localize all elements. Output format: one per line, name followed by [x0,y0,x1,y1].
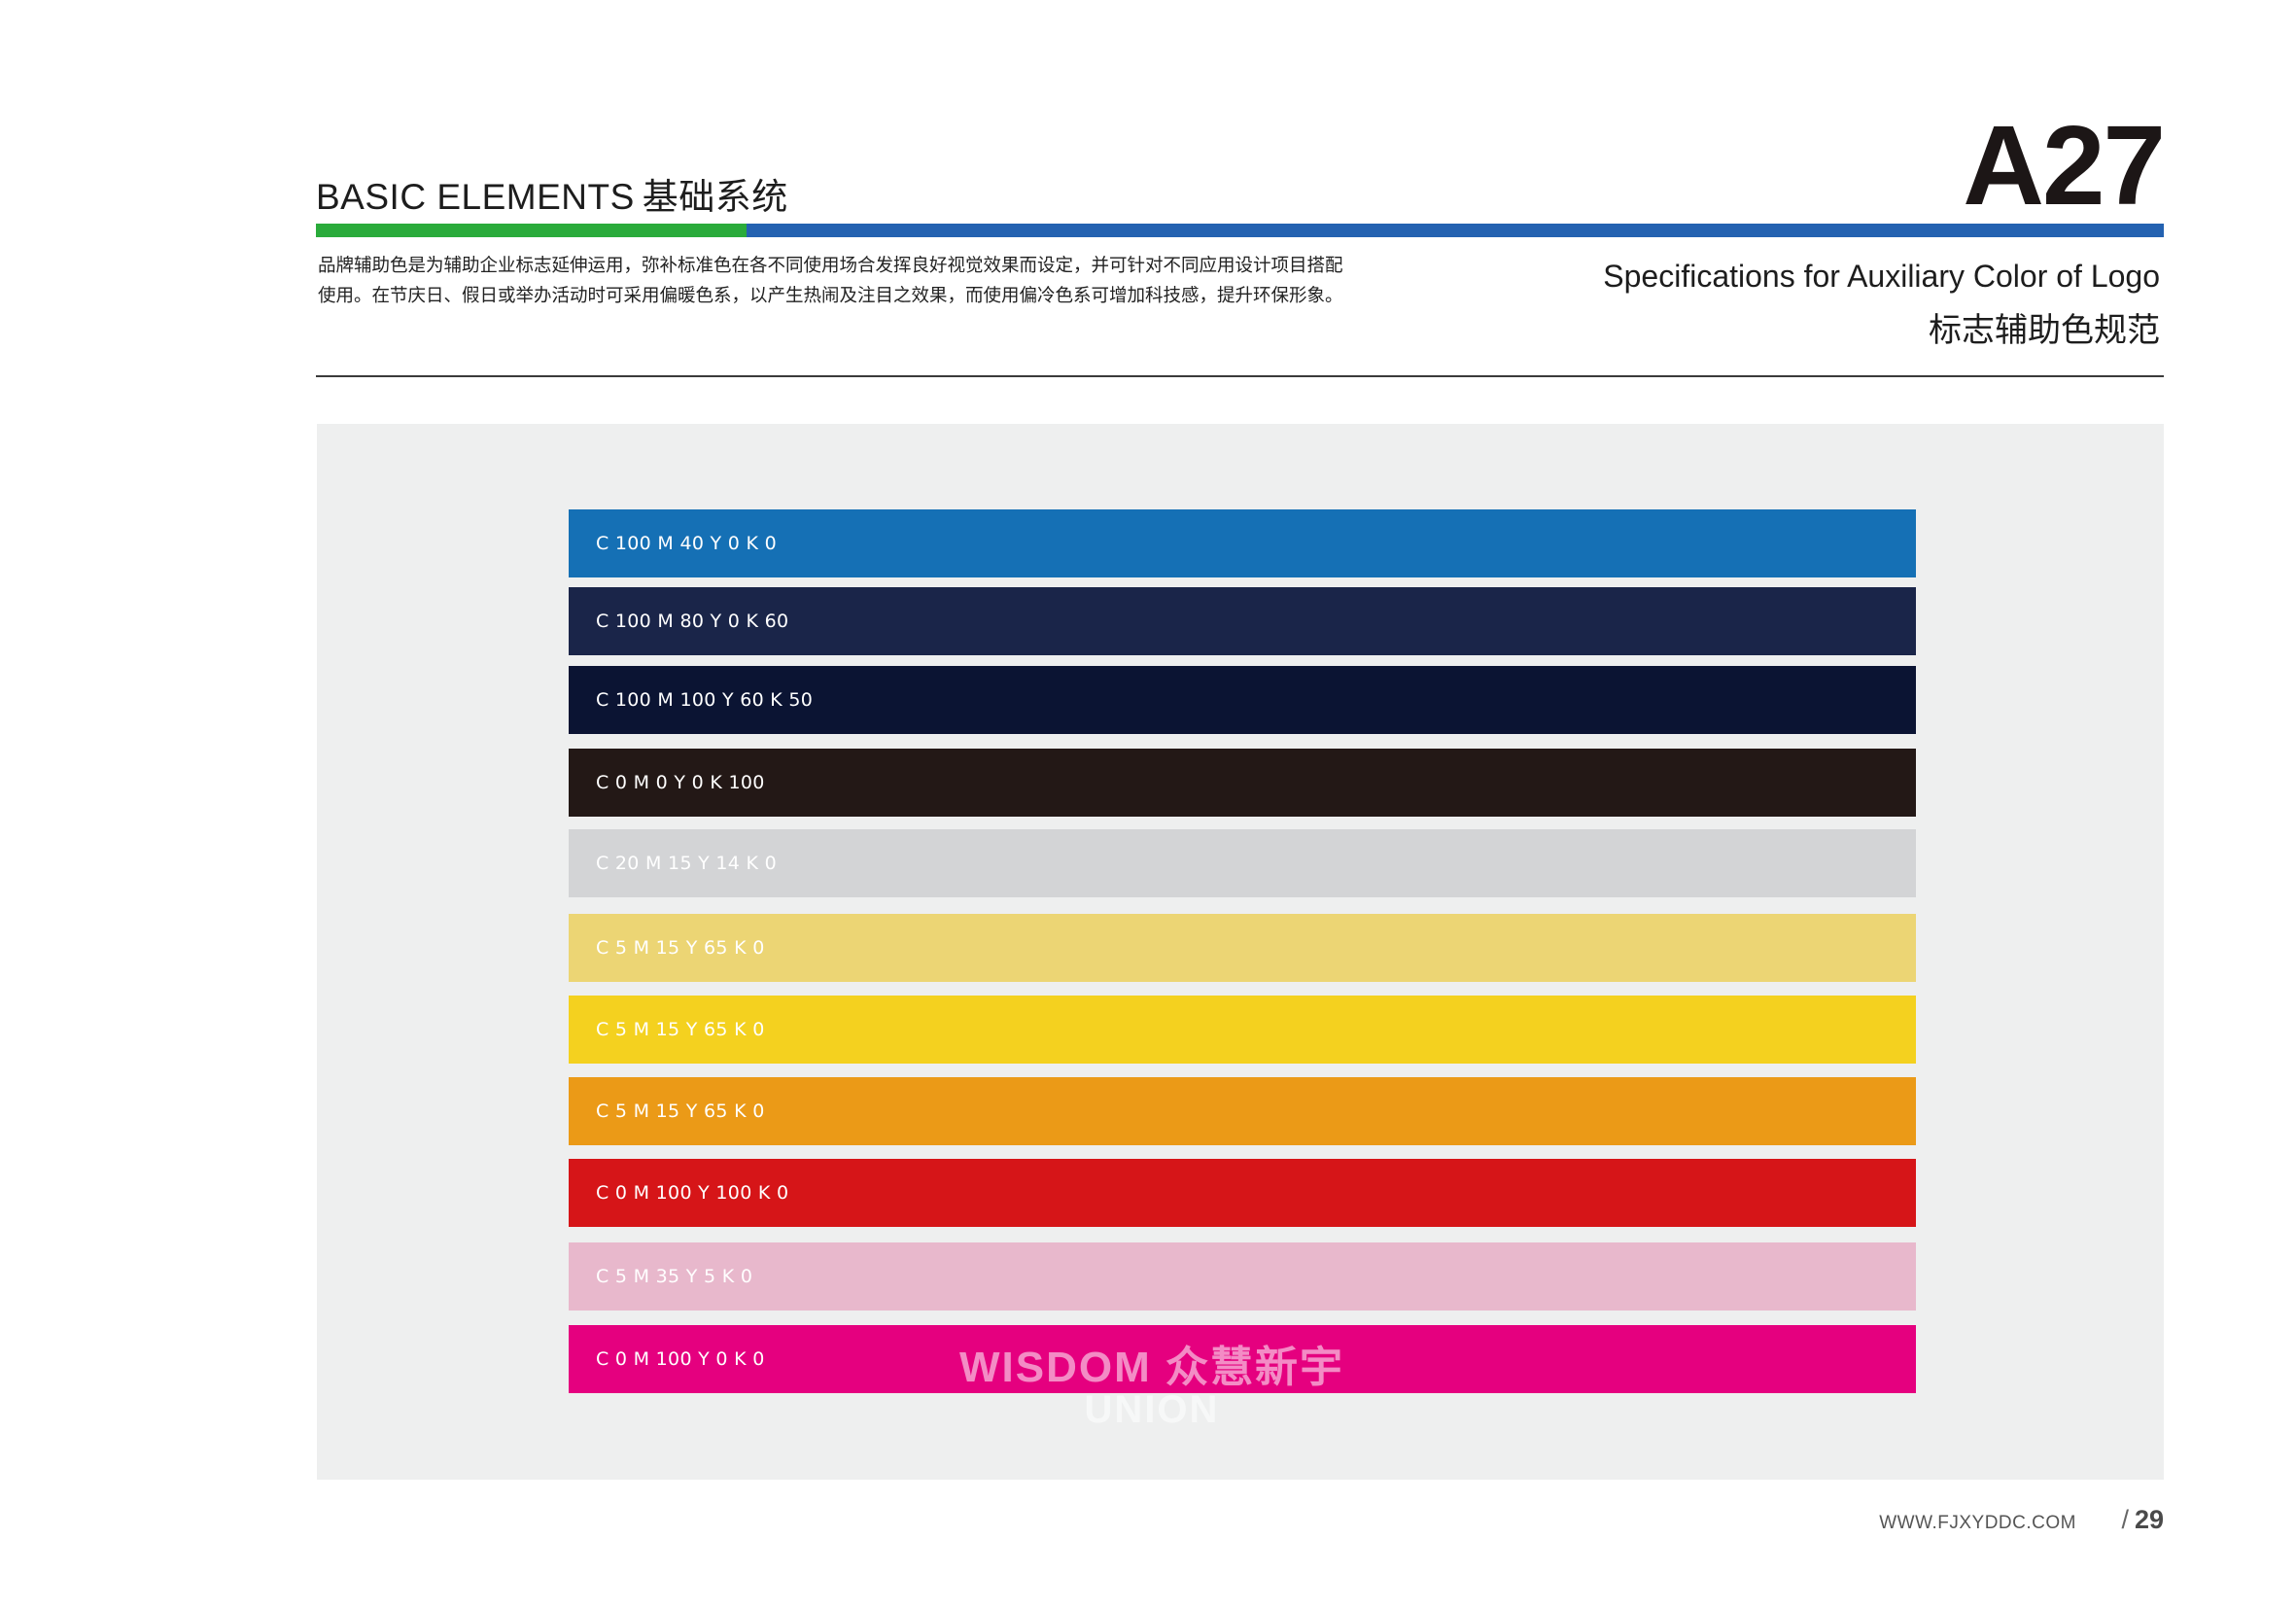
swatch-label: C 100 M 80 Y 0 K 60 [596,611,789,632]
swatch-label: C 0 M 100 Y 0 K 0 [596,1348,765,1370]
divider-rule [316,375,2164,377]
swatch-label: C 5 M 15 Y 65 K 0 [596,1101,765,1122]
color-swatch: C 0 M 0 Y 0 K 100 [569,749,1916,817]
color-swatch: C 5 M 15 Y 65 K 0 [569,914,1916,982]
footer-page: /29 [2121,1505,2164,1535]
color-swatch: C 100 M 40 Y 0 K 0 [569,509,1916,577]
spec-title-cn: 标志辅助色规范 [1929,311,2160,350]
swatch-label: C 5 M 15 Y 65 K 0 [596,937,765,959]
swatch-label: C 5 M 15 Y 65 K 0 [596,1019,765,1040]
color-swatch: C 0 M 100 Y 100 K 0 [569,1159,1916,1227]
page-number: 29 [2134,1505,2164,1534]
spec-title-en: Specifications for Auxiliary Color of Lo… [1603,259,2160,294]
section-title-en: BASIC ELEMENTS [316,177,635,217]
intro-line-2: 使用。在节庆日、假日或举办活动时可采用偏暖色系，以产生热闹及注目之效果，而使用偏… [318,286,1343,306]
header-bar-green [316,224,747,237]
intro-text: 品牌辅助色是为辅助企业标志延伸运用，弥补标准色在各不同使用场合发挥良好视觉效果而… [318,251,1416,311]
page-code: A27 [1963,102,2166,228]
watermark-logo: WISDOM 众慧新宇 UNION [957,1332,1346,1449]
swatch-label: C 100 M 40 Y 0 K 0 [596,533,778,554]
intro-line-1: 品牌辅助色是为辅助企业标志延伸运用，弥补标准色在各不同使用场合发挥良好视觉效果而… [318,256,1343,276]
footer-slash: / [2121,1505,2129,1534]
swatch-label: C 20 M 15 Y 14 K 0 [596,853,778,874]
section-title: BASIC ELEMENTS 基础系统 [316,167,788,220]
color-swatch: C 100 M 80 Y 0 K 60 [569,587,1916,655]
watermark-line-2: UNION [1084,1388,1220,1431]
watermark-line-1: WISDOM 众慧新宇 [959,1344,1344,1391]
color-swatch: C 100 M 100 Y 60 K 50 [569,666,1916,734]
swatch-label: C 0 M 100 Y 100 K 0 [596,1182,789,1204]
swatch-label: C 0 M 0 Y 0 K 100 [596,772,765,793]
color-swatch: C 5 M 15 Y 65 K 0 [569,1077,1916,1145]
header-bar-blue [747,224,2164,237]
color-swatch: C 20 M 15 Y 14 K 0 [569,829,1916,897]
color-swatch: C 5 M 15 Y 65 K 0 [569,996,1916,1064]
color-swatch: C 5 M 35 Y 5 K 0 [569,1242,1916,1311]
swatch-label: C 5 M 35 Y 5 K 0 [596,1266,753,1287]
footer-url: WWW.FJXYDDC.COM [1879,1513,2076,1533]
section-title-cn: 基础系统 [642,177,788,217]
swatch-label: C 100 M 100 Y 60 K 50 [596,689,814,711]
